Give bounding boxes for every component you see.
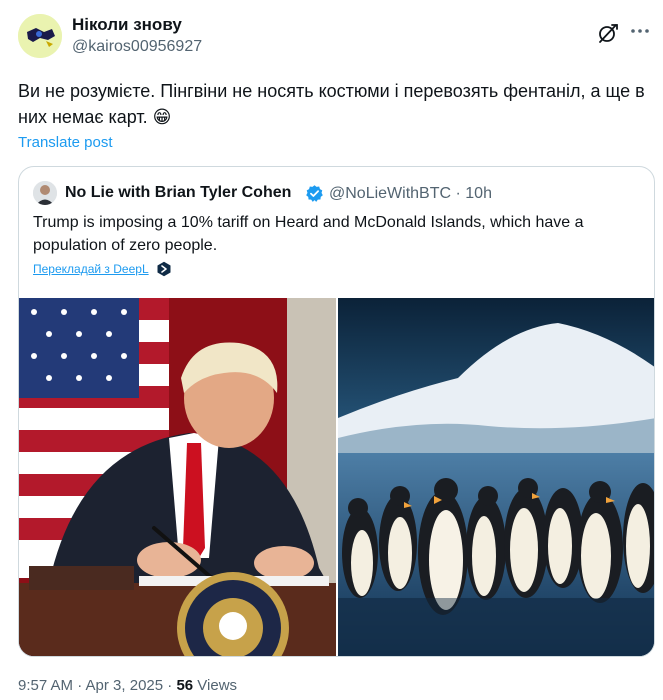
more-icon[interactable]	[627, 18, 653, 44]
post-meta: 9:57 AM · Apr 3, 2025 · 56 Views	[18, 677, 237, 694]
post-header: Ніколи знову @kairos00956927	[18, 12, 663, 62]
media-photo-signing[interactable]	[19, 298, 336, 656]
post-timestamp[interactable]: 9:57 AM · Apr 3, 2025 ·	[18, 677, 176, 694]
quoted-handle-time[interactable]: @NoLieWithBTC · 10h	[329, 185, 492, 203]
deepl-translate-link[interactable]: Перекладай з DeepL	[33, 262, 149, 276]
grok-icon[interactable]	[595, 20, 621, 46]
quoted-author-avatar[interactable]	[33, 181, 57, 205]
deepl-icon[interactable]	[156, 261, 172, 277]
views-label: Views	[193, 677, 238, 694]
author-avatar[interactable]	[18, 14, 62, 58]
author-handle[interactable]: @kairos00956927	[72, 38, 202, 56]
post-text: Ви не розумієте. Пінгвіни не носять кост…	[18, 81, 645, 127]
quoted-text: Trump is imposing a 10% tariff on Heard …	[33, 214, 584, 254]
author-name[interactable]: Ніколи знову	[72, 15, 182, 35]
quoted-author-name[interactable]: No Lie with Brian Tyler Cohen	[65, 184, 291, 202]
views-count: 56	[176, 677, 194, 694]
quoted-post[interactable]: No Lie with Brian Tyler Cohen @NoLieWith…	[18, 166, 655, 657]
media-photo-penguins[interactable]	[338, 298, 654, 656]
translate-post-link[interactable]: Translate post	[18, 134, 113, 151]
verified-badge-icon	[305, 184, 324, 203]
media-grid	[19, 298, 654, 656]
